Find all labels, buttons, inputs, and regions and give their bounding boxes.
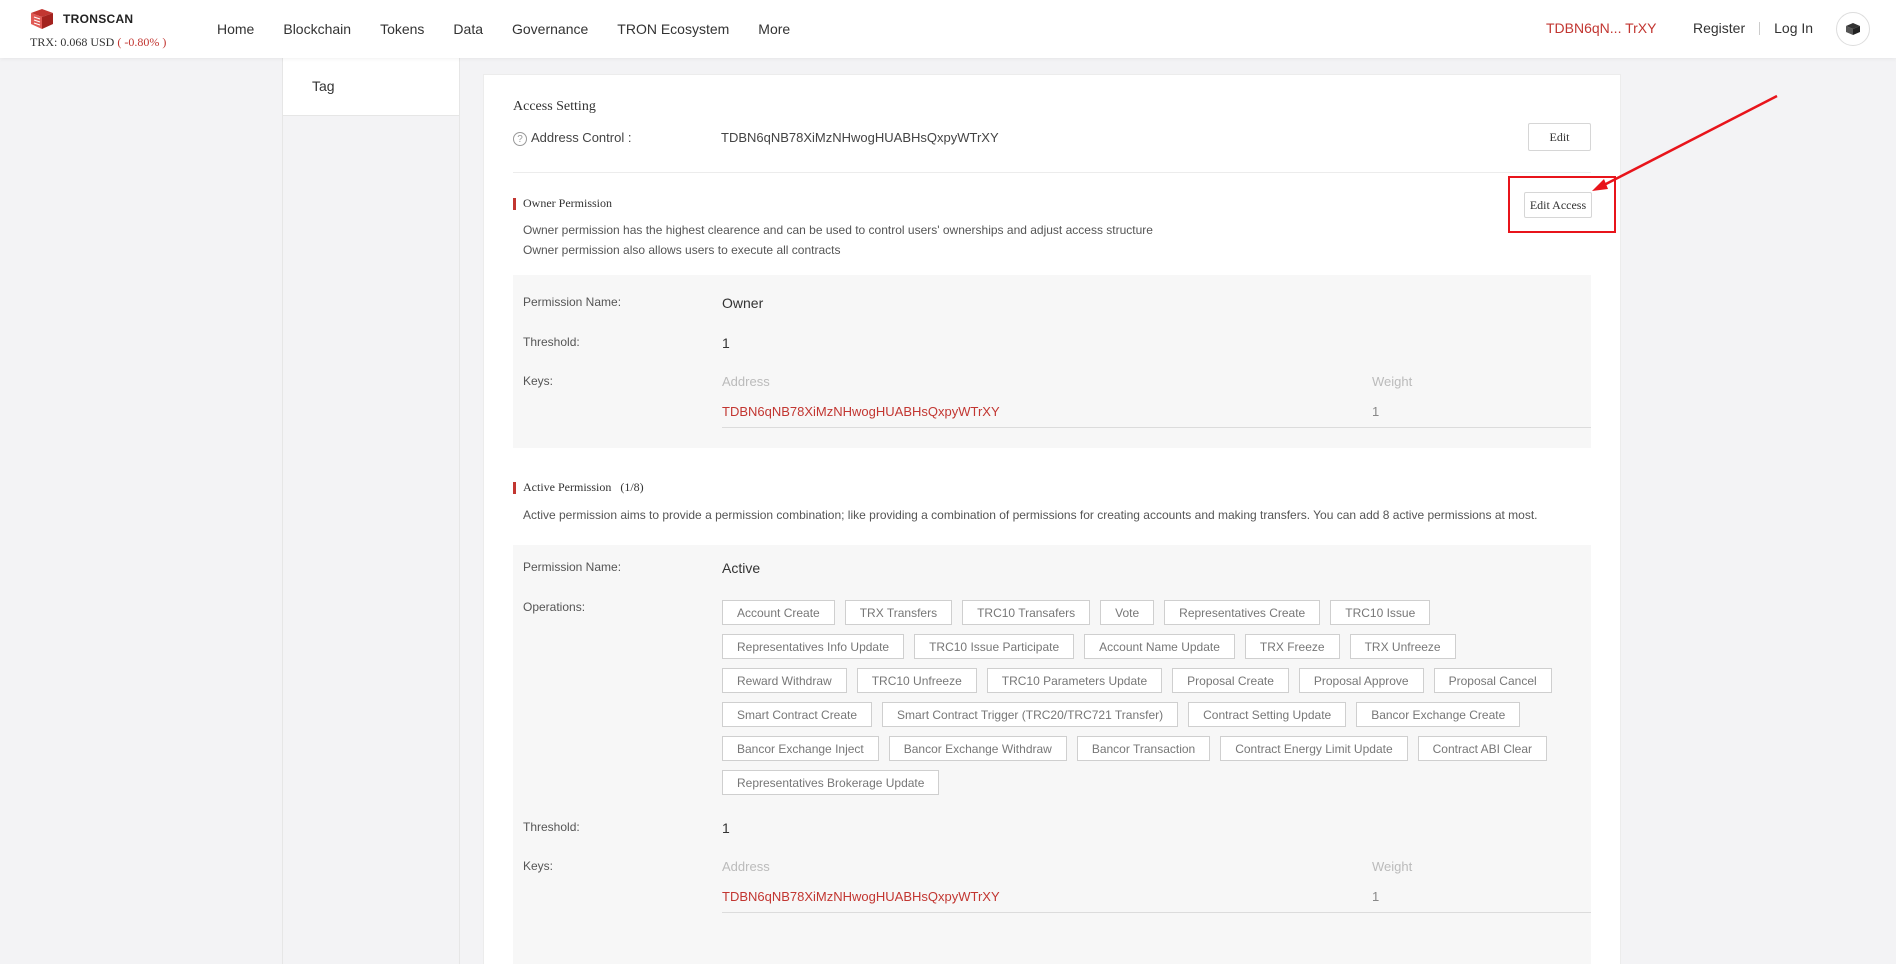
tronscan-logo[interactable]: TRONSCAN [29,8,133,30]
owner-permission-box: Permission Name: Owner Threshold: 1 Keys… [513,275,1591,448]
operation-tag: TRX Freeze [1244,634,1340,659]
trx-price-change: ( -0.80% ) [117,35,167,49]
nav-home[interactable]: Home [217,21,254,37]
wallet-icon [1846,23,1860,35]
left-sidebar: Tag [282,58,460,964]
wallet-button[interactable] [1836,12,1870,46]
active-description: Active permission aims to provide a perm… [523,508,1538,522]
operation-tag: TRC10 Issue [1330,600,1431,625]
weight-column-header: Weight [1372,374,1413,389]
operations-list: Account Create TRX Transfers TRC10 Trans… [722,600,1592,795]
address-column-header: Address [722,859,770,874]
access-setting-title: Access Setting [513,99,596,114]
operation-tag: Bancor Exchange Create [1356,702,1521,727]
operation-tag: Proposal Approve [1298,668,1424,693]
owner-permission-title: Owner Permission [523,196,612,210]
permission-name-label: Permission Name: [523,560,622,574]
nav-tokens[interactable]: Tokens [380,21,424,37]
trx-price: TRX: 0.068 USD ( -0.80% ) [30,35,166,50]
operation-tag: Representatives Info Update [722,634,905,659]
key-weight: 1 [1372,889,1380,904]
operation-tag: Vote [1100,600,1155,625]
weight-column-header: Weight [1372,859,1413,874]
operation-tag: TRX Transfers [844,600,953,625]
operation-tag: TRC10 Transafers [962,600,1091,625]
permission-name-label: Permission Name: [523,295,622,309]
key-address-link[interactable]: TDBN6qNB78XiMzNHwogHUABHsQxpyWTrXY [722,404,1000,419]
owner-description-2: Owner permission also allows users to ex… [523,243,841,257]
permission-card: Access Setting ? Address Control : TDBN6… [483,74,1621,964]
operations-label: Operations: [523,600,586,614]
operation-tag: Reward Withdraw [722,668,847,693]
operation-tag: Contract ABI Clear [1417,736,1547,761]
operation-tag: Bancor Transaction [1076,736,1211,761]
address-column-header: Address [722,374,770,389]
threshold-value: 1 [722,335,730,351]
owner-description-1: Owner permission has the highest clearen… [523,223,1153,237]
operation-tag: TRC10 Unfreeze [856,668,977,693]
address-control-label: Address Control : [531,130,632,145]
register-link[interactable]: Register [1693,20,1745,36]
top-header: TRONSCAN TRX: 0.068 USD ( -0.80% ) Home … [0,0,1896,58]
logo-text: TRONSCAN [63,12,134,26]
sidebar-item-label: Tag [312,78,335,94]
operation-tag: TRC10 Issue Participate [914,634,1075,659]
operation-tag: TRX Unfreeze [1349,634,1456,659]
keys-label: Keys: [523,859,554,873]
operation-tag: Contract Energy Limit Update [1220,736,1408,761]
threshold-label: Threshold: [523,820,580,834]
trx-price-value: TRX: 0.068 USD [30,35,115,49]
operation-tag: Bancor Exchange Withdraw [888,736,1067,761]
nav-tron-ecosystem[interactable]: TRON Ecosystem [617,21,729,37]
login-link[interactable]: Log In [1774,20,1813,36]
permission-name-value: Owner [722,295,764,311]
threshold-value: 1 [722,820,730,836]
operation-tag: Account Create [722,600,835,625]
operation-tag: Account Name Update [1084,634,1235,659]
operation-tag: Proposal Cancel [1433,668,1552,693]
active-permission-count: (1/8) [620,480,644,494]
key-address-link[interactable]: TDBN6qNB78XiMzNHwogHUABHsQxpyWTrXY [722,889,1000,904]
divider [1759,21,1761,35]
operation-tag: Representatives Brokerage Update [722,770,940,795]
row-divider [722,427,1591,428]
active-permission-title: Active Permission (1/8) [523,480,644,495]
nav-data[interactable]: Data [453,21,483,37]
account-address[interactable]: TDBN6qN... TrXY [1546,20,1656,36]
operation-tag: Contract Setting Update [1188,702,1347,727]
sidebar-item-tag[interactable]: Tag [283,58,459,116]
operation-tag: TRC10 Parameters Update [986,668,1163,693]
edit-button[interactable]: Edit [1528,123,1591,151]
divider [513,172,1591,173]
key-weight: 1 [1372,404,1380,419]
annotation-highlight-box [1508,176,1616,233]
nav-more[interactable]: More [758,21,790,37]
nav-blockchain[interactable]: Blockchain [283,21,351,37]
operation-tag: Smart Contract Trigger (TRC20/TRC721 Tra… [882,702,1179,727]
threshold-label: Threshold: [523,335,580,349]
row-divider [722,912,1591,913]
operation-tag: Representatives Create [1164,600,1321,625]
permission-name-value: Active [722,560,761,576]
section-marker [513,482,516,494]
active-permission-label: Active Permission [523,480,612,494]
help-icon[interactable]: ? [513,132,527,146]
section-marker [513,198,516,210]
address-control-value: TDBN6qNB78XiMzNHwogHUABHsQxpyWTrXY [721,130,999,145]
operation-tag: Proposal Create [1172,668,1289,693]
operation-tag: Bancor Exchange Inject [722,736,879,761]
operation-tag: Smart Contract Create [722,702,873,727]
main-nav: Home Blockchain Tokens Data Governance T… [217,0,819,58]
nav-governance[interactable]: Governance [512,21,588,37]
auth-links: Register Log In [1693,20,1813,36]
keys-label: Keys: [523,374,554,388]
tronscan-logo-icon [31,9,53,29]
